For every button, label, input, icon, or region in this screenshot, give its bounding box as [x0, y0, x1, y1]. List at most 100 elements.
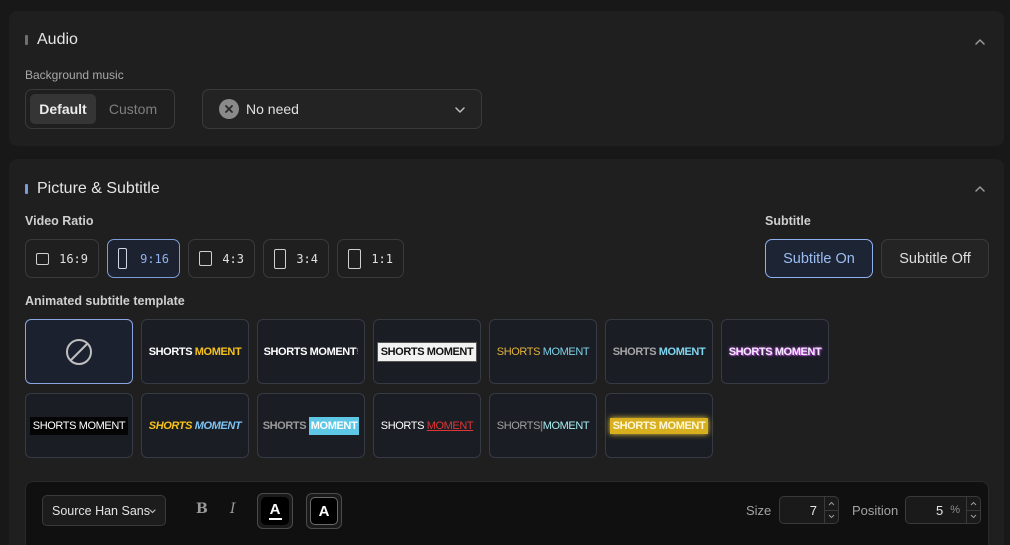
ratio-3-4-option[interactable]: 3:4: [263, 239, 329, 278]
ratio-label: 4:3: [222, 251, 244, 266]
template-text-1: SHORTS: [263, 345, 308, 358]
subtitle-style-toolbar: Source Han Sans B I A A Size 7 Position: [25, 481, 989, 545]
template-grey-cyan[interactable]: SHORTS MOMENT: [605, 319, 713, 384]
increment-chevron-up-icon[interactable]: [825, 497, 838, 511]
template-gold-cyan[interactable]: SHORTS MOMENT: [489, 319, 597, 384]
section-marker: [25, 184, 28, 194]
default-music-button[interactable]: Default: [30, 94, 96, 124]
template-box: SHORTS MOMENT: [376, 341, 478, 362]
template-text-1: SHORTS: [380, 345, 425, 358]
stroke-color-glyph: A: [318, 502, 330, 520]
italic-button[interactable]: I: [230, 501, 236, 517]
font-select-value: Source Han Sans: [52, 503, 150, 518]
template-italic-yellow-blue[interactable]: SHORTS MOMENT: [141, 393, 249, 458]
position-unit: %: [950, 504, 960, 516]
template-none[interactable]: [25, 319, 133, 384]
text-color-glyph: A: [269, 501, 281, 518]
template-text-1: SHORTS: [148, 345, 193, 358]
template-text-2: MOMENT: [426, 419, 474, 432]
template-text-2: MOMENT: [194, 419, 242, 432]
template-text-2: MOMENT: [658, 419, 706, 432]
portrait-frame-icon: [274, 248, 287, 269]
landscape-frame-icon: [199, 251, 213, 266]
bold-button[interactable]: B: [196, 501, 208, 517]
template-gold-glow[interactable]: SHORTS MOMENT: [605, 393, 713, 458]
position-value: 5: [935, 502, 944, 518]
font-select[interactable]: Source Han Sans: [42, 495, 166, 526]
template-boxed-white[interactable]: SHORTS MOMENT: [373, 319, 481, 384]
template-text-1: SHORTS: [612, 419, 657, 432]
template-text-1: SHORTS: [380, 419, 425, 432]
increment-chevron-up-icon[interactable]: [967, 497, 980, 511]
template-box: SHORTS MOMENT: [609, 417, 709, 434]
subtitle-off-button[interactable]: Subtitle Off: [881, 239, 989, 278]
size-stepper[interactable]: 7: [779, 496, 839, 524]
ratio-label: 9:16: [140, 251, 169, 266]
template-text-2: MOMENT: [542, 345, 590, 358]
picture-section-title: Picture & Subtitle: [25, 180, 160, 198]
section-marker: [25, 35, 28, 45]
text-color-button[interactable]: A: [257, 493, 293, 529]
template-white-badge[interactable]: SHORTS MOMENT!: [257, 319, 365, 384]
template-red-underline[interactable]: SHORTS MOMENT: [373, 393, 481, 458]
template-text-2: MOMENT: [774, 345, 822, 358]
stroke-color-button[interactable]: A: [306, 493, 342, 529]
music-select-value: No need: [246, 101, 299, 117]
picture-subtitle-panel: Picture & Subtitle Video Ratio 16:9 9:16…: [9, 159, 1004, 545]
template-text-1: SHORTS: [728, 345, 773, 358]
decrement-chevron-down-icon[interactable]: [825, 511, 838, 524]
collapse-picture-chevron-up-icon[interactable]: [972, 181, 988, 197]
template-text-2: MOMENT: [658, 345, 706, 358]
ratio-16-9-option[interactable]: 16:9: [25, 239, 99, 278]
template-text-1: SHORTS: [612, 345, 657, 358]
custom-music-button[interactable]: Custom: [96, 94, 170, 124]
background-music-label: Background music: [25, 68, 124, 82]
audio-section-title: Audio: [25, 31, 78, 49]
subtitle-on-button[interactable]: Subtitle On: [765, 239, 873, 278]
picture-title: Picture & Subtitle: [37, 180, 160, 197]
size-label: Size: [746, 503, 772, 518]
template-text-2: MOMENT: [309, 345, 357, 358]
audio-panel: Audio Background music Default Custom No…: [9, 11, 1004, 146]
template-grey-mint[interactable]: SHORTS | MOMENT: [489, 393, 597, 458]
text-color-swatch: A: [261, 497, 289, 525]
music-select[interactable]: No need: [202, 89, 482, 129]
template-badge: !: [356, 347, 359, 356]
template-text-2: MOMENT: [78, 419, 126, 432]
video-ratio-label: Video Ratio: [25, 214, 94, 228]
template-text-2: MOMENT: [194, 345, 242, 358]
template-black-box[interactable]: SHORTS MOMENT: [25, 393, 133, 458]
position-stepper[interactable]: 5 %: [905, 496, 981, 524]
ratio-label: 3:4: [296, 251, 318, 266]
chevron-down-icon: [455, 107, 465, 113]
collapse-audio-chevron-up-icon[interactable]: [972, 34, 988, 50]
decrement-chevron-down-icon[interactable]: [967, 511, 980, 524]
landscape-frame-icon: [36, 252, 50, 265]
stroke-color-swatch: A: [310, 497, 338, 525]
template-yellow-moment[interactable]: SHORTS MOMENT: [141, 319, 249, 384]
template-label: Animated subtitle template: [25, 294, 185, 308]
template-text-2: MOMENT: [426, 345, 474, 358]
position-spin: [966, 497, 980, 523]
ratio-1-1-option[interactable]: 1:1: [337, 239, 404, 278]
ratio-9-16-option[interactable]: 9:16: [107, 239, 180, 278]
template-text-1: SHORTS: [148, 419, 193, 432]
template-cyan-box[interactable]: SHORTS MOMENT: [257, 393, 365, 458]
video-ratio-options: 16:9 9:16 4:3 3:4 1:1: [25, 239, 404, 278]
audio-title: Audio: [37, 31, 78, 48]
template-text-2: MOMENT: [542, 419, 590, 432]
ratio-4-3-option[interactable]: 4:3: [188, 239, 255, 278]
subtitle-label: Subtitle: [765, 214, 811, 228]
music-source-toggle: Default Custom: [25, 89, 175, 129]
x-circle-icon: [219, 99, 239, 119]
template-box: SHORTS MOMENT: [29, 416, 129, 435]
template-text-1: SHORTS: [262, 419, 307, 432]
portrait-frame-icon: [118, 248, 128, 269]
color-underline: [268, 518, 282, 520]
no-template-icon: [66, 338, 92, 365]
template-pink-glow[interactable]: SHORTS MOMENT: [721, 319, 829, 384]
square-frame-icon: [348, 248, 362, 269]
ratio-label: 1:1: [371, 251, 393, 266]
chevron-down-icon: [149, 509, 156, 514]
template-text-1: SHORTS: [32, 419, 77, 432]
